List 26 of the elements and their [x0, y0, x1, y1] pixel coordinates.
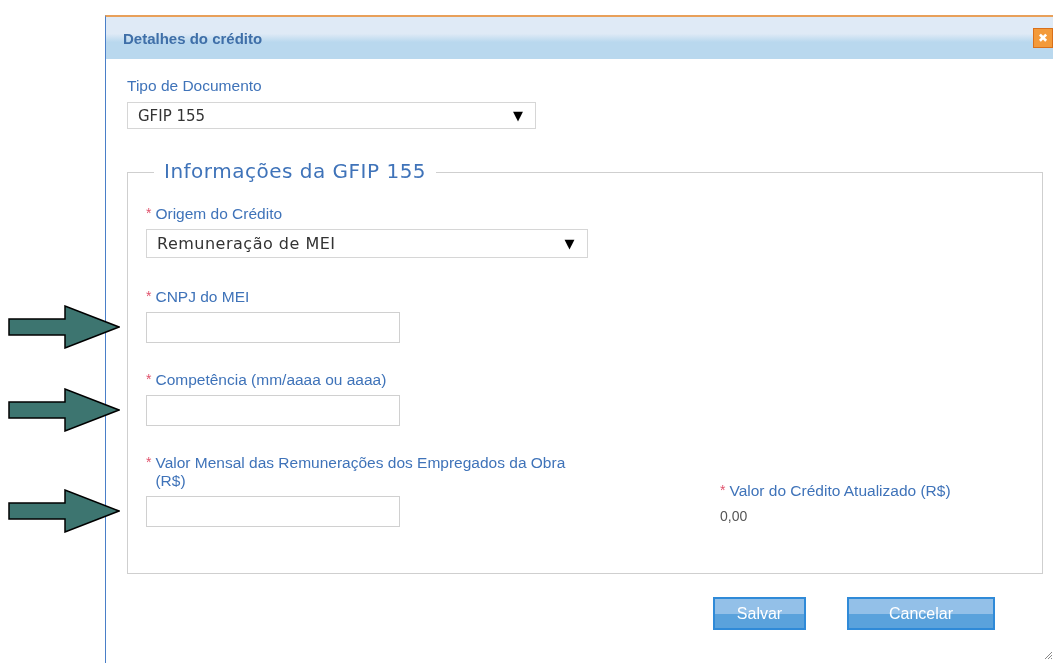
field-label: CNPJ do MEI	[155, 288, 251, 306]
select-value: Remuneração de MEI	[157, 234, 336, 253]
text-input[interactable]	[146, 395, 400, 426]
field-label: Competência (mm/aaaa ou aaaa)	[155, 371, 388, 389]
text-input[interactable]	[146, 312, 400, 343]
required-mark: *	[146, 454, 152, 470]
document-type-select[interactable]: GFIP 155 ▼	[127, 102, 536, 129]
select-value: GFIP 155	[138, 106, 206, 125]
field-label: Origem do Crédito	[155, 205, 283, 223]
origin-select[interactable]: Remuneração de MEI ▼	[146, 229, 588, 258]
field-label: Tipo de Documento	[127, 77, 263, 95]
caret-icon: ▼	[564, 236, 575, 251]
text-input[interactable]	[146, 496, 400, 527]
close-button[interactable]: ✖	[1033, 28, 1053, 48]
window-title: Detalhes do crédito	[123, 29, 263, 47]
credit-value: 0,00	[720, 508, 749, 524]
caret-icon: ▼	[513, 108, 523, 123]
required-mark: *	[146, 371, 152, 387]
dialog-button[interactable]: Salvar	[713, 597, 806, 630]
field-label: Valor Mensal das Remunerações dos Empregados da Obra (R$)	[155, 454, 567, 490]
field-label: Valor do Crédito Atualizado (R$)	[729, 482, 951, 500]
required-mark: *	[720, 482, 726, 498]
required-mark: *	[146, 205, 152, 221]
required-mark: *	[146, 288, 152, 304]
resize-grip-icon	[1044, 651, 1053, 660]
dialog-button[interactable]: Cancelar	[847, 597, 995, 630]
